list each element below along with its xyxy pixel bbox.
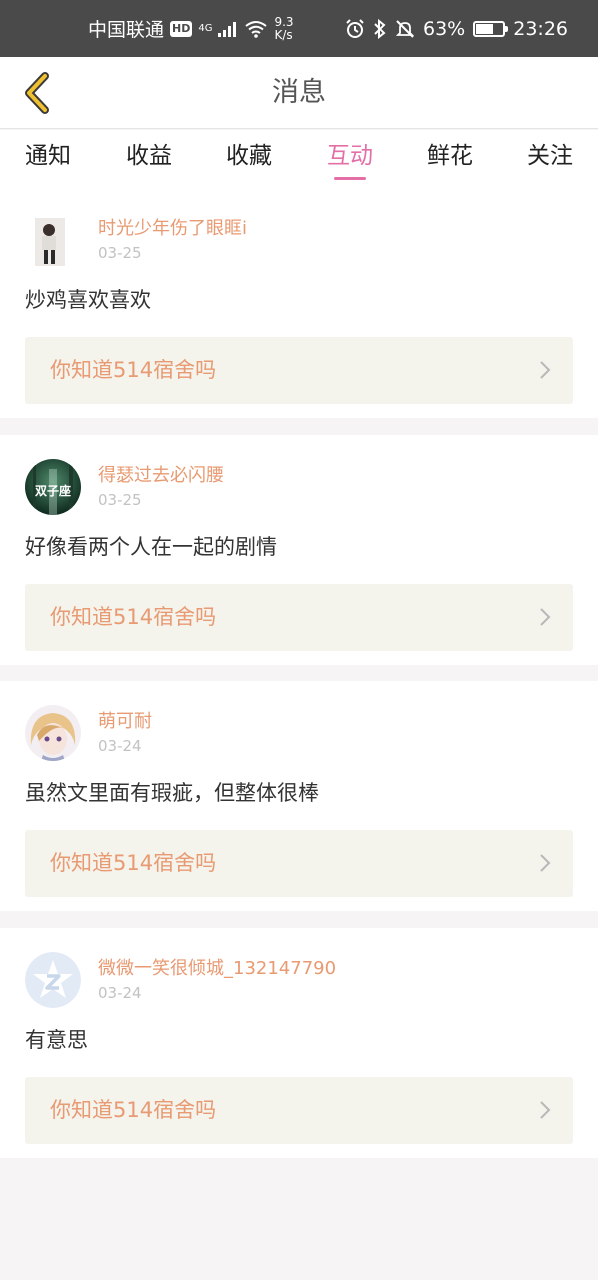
tab-label: 鲜花	[427, 143, 473, 169]
speed-unit: K/s	[274, 27, 293, 42]
carrier-label: 中国联通	[88, 19, 165, 41]
username[interactable]: 时光少年伤了眼眶i	[98, 214, 247, 240]
referenced-work-title: 你知道514宿舍吗	[50, 1098, 217, 1122]
network-type: 4G	[198, 23, 213, 34]
tab-flowers[interactable]: 鲜花	[400, 130, 500, 188]
header: 消息	[0, 57, 598, 129]
tab-earnings[interactable]: 收益	[99, 130, 199, 188]
speed-value: 9.3	[274, 14, 294, 29]
referenced-work-title: 你知道514宿舍吗	[50, 605, 217, 629]
hd-badge: HD	[170, 20, 193, 37]
active-tab-indicator	[334, 177, 366, 180]
username[interactable]: 微微一笑很倾城_132147790	[98, 954, 336, 980]
comment-text: 有意思	[25, 1028, 88, 1052]
tab-favorites[interactable]: 收藏	[199, 130, 299, 188]
alarm-icon	[346, 18, 364, 38]
battery-percent: 63%	[423, 17, 466, 40]
chevron-right-icon	[540, 854, 551, 872]
referenced-work-link[interactable]: 你知道514宿舍吗	[25, 337, 573, 404]
tab-label: 通知	[25, 143, 71, 169]
status-bar: 中国联通 HD 4G 9.3 K/s 63% 23:26	[0, 0, 598, 57]
tab-bar: 通知 收益 收藏 互动 鲜花 关注	[0, 130, 598, 188]
avatar-image	[25, 705, 81, 761]
message-date: 03-24	[98, 984, 142, 1002]
message-date: 03-25	[98, 244, 142, 262]
avatar[interactable]: 双子座	[25, 459, 81, 515]
page-title: 消息	[272, 77, 326, 108]
referenced-work-link[interactable]: 你知道514宿舍吗	[25, 1077, 573, 1144]
username[interactable]: 萌可耐	[98, 707, 152, 733]
message-card: 双子座 得瑟过去必闪腰 03-25 好像看两个人在一起的剧情 你知道514宿舍吗	[0, 435, 598, 665]
status-bar-right: 63% 23:26	[345, 0, 568, 57]
referenced-work-link[interactable]: 你知道514宿舍吗	[25, 584, 573, 651]
mute-icon	[395, 19, 415, 38]
referenced-work-link[interactable]: 你知道514宿舍吗	[25, 830, 573, 897]
chevron-right-icon	[540, 608, 551, 626]
avatar[interactable]	[25, 705, 81, 761]
wifi-icon	[245, 20, 268, 38]
comment-text: 虽然文里面有瑕疵，但整体很棒	[25, 781, 319, 805]
tab-label: 关注	[527, 143, 573, 169]
referenced-work-title: 你知道514宿舍吗	[50, 358, 217, 382]
avatar-text: 双子座	[35, 483, 71, 498]
message-card: 时光少年伤了眼眶i 03-25 炒鸡喜欢喜欢 你知道514宿舍吗	[0, 188, 598, 418]
message-card: 微微一笑很倾城_132147790 03-24 有意思 你知道514宿舍吗	[0, 928, 598, 1158]
battery-level-fill	[476, 23, 493, 34]
chevron-right-icon	[540, 1101, 551, 1119]
tab-label: 收藏	[226, 143, 272, 169]
tab-label: 互动	[327, 143, 373, 169]
tab-notifications[interactable]: 通知	[0, 130, 98, 188]
tab-label: 收益	[126, 143, 172, 169]
referenced-work-title: 你知道514宿舍吗	[50, 851, 217, 875]
comment-text: 好像看两个人在一起的剧情	[25, 535, 277, 559]
tab-interactions[interactable]: 互动	[300, 130, 400, 188]
avatar[interactable]	[25, 212, 81, 268]
signal-icon	[218, 21, 237, 37]
bluetooth-icon	[374, 18, 386, 39]
message-card: 萌可耐 03-24 虽然文里面有瑕疵，但整体很棒 你知道514宿舍吗	[0, 681, 598, 911]
battery-icon	[473, 20, 509, 37]
comment-text: 炒鸡喜欢喜欢	[25, 288, 151, 312]
avatar-image: 双子座	[25, 459, 81, 515]
tab-following[interactable]: 关注	[500, 130, 598, 188]
avatar-image	[25, 212, 81, 268]
message-date: 03-25	[98, 491, 142, 509]
username[interactable]: 得瑟过去必闪腰	[98, 461, 224, 487]
status-bar-left: 中国联通 HD 4G 9.3 K/s	[88, 0, 294, 57]
chevron-right-icon	[540, 361, 551, 379]
message-date: 03-24	[98, 737, 142, 755]
default-avatar-icon	[25, 952, 81, 1008]
avatar[interactable]	[25, 952, 81, 1008]
clock: 23:26	[513, 17, 568, 40]
network-speed: 9.3 K/s	[274, 14, 294, 42]
